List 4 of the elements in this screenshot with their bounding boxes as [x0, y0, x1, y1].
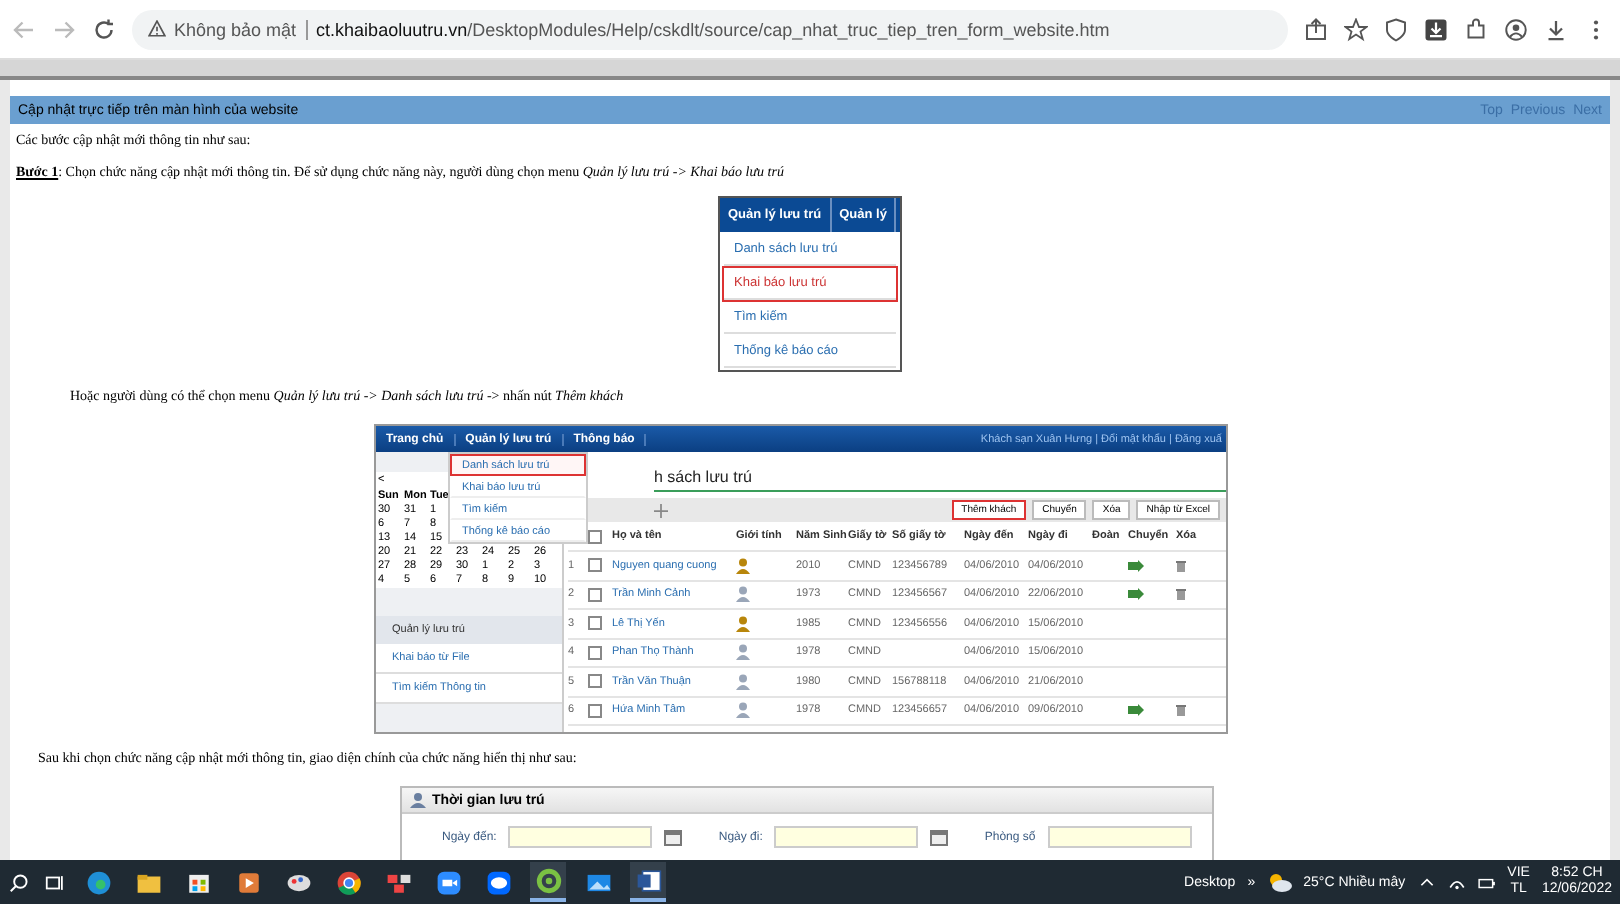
address-bar[interactable]: Không bảo mật ct.khaibaoluutru.vn/DesktopModules/Help/cskdlt/source/cap_nhat_truc_tiep_tren_form_website.htm	[132, 9, 1288, 49]
security-label: Không bảo mật	[174, 19, 309, 39]
page-title: h sách lưu trú	[654, 468, 1226, 492]
url-text: ct.khaibaoluutru.vn/DesktopModules/Help/cskdlt/source/cap_nhat_truc_tiep_tren_form_website.htm	[316, 19, 1110, 39]
